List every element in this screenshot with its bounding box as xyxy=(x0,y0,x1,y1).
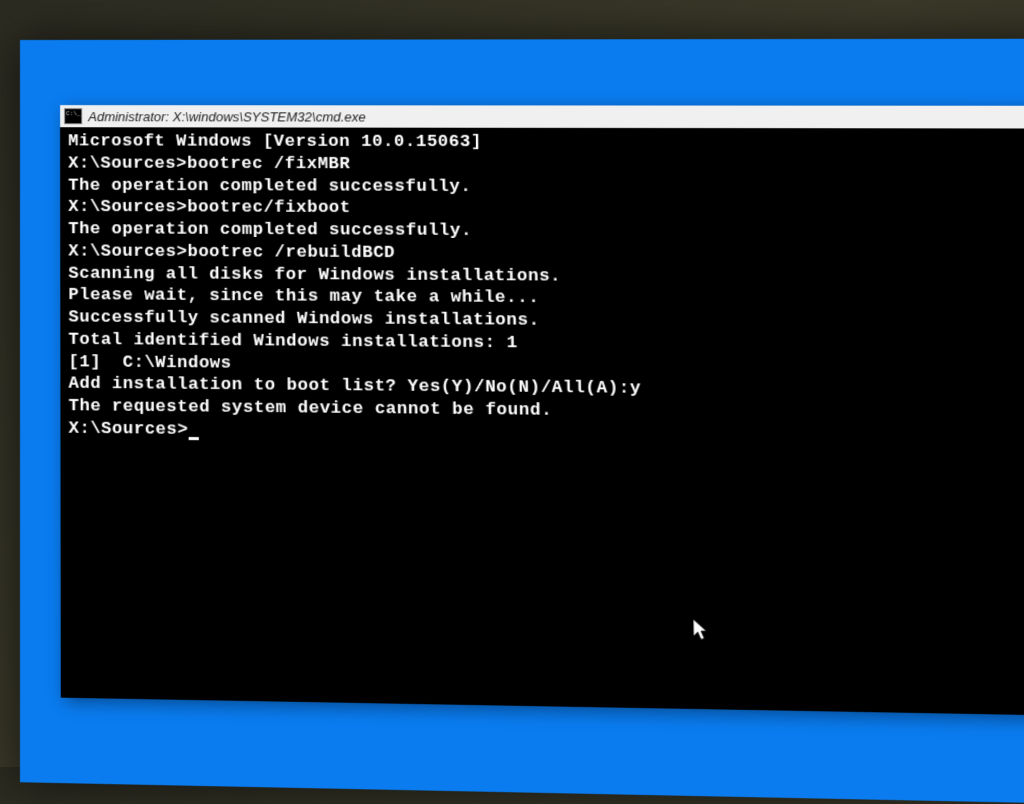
desktop-background: Administrator: X:\windows\SYSTEM32\cmd.e… xyxy=(20,39,1024,804)
window-titlebar[interactable]: Administrator: X:\windows\SYSTEM32\cmd.e… xyxy=(60,105,1024,128)
cmd-window: Administrator: X:\windows\SYSTEM32\cmd.e… xyxy=(60,105,1024,715)
cmd-icon xyxy=(64,108,82,124)
terminal-line: The operation completed successfully. xyxy=(68,175,1024,200)
window-title: Administrator: X:\windows\SYSTEM32\cmd.e… xyxy=(88,109,366,124)
terminal-line: X:\Sources>bootrec /fixMBR xyxy=(68,153,1024,178)
terminal-prompt: X:\Sources> xyxy=(69,419,189,440)
terminal-cursor xyxy=(188,436,198,439)
terminal-output[interactable]: Microsoft Windows [Version 10.0.15063]X:… xyxy=(60,127,1024,478)
terminal-line: Microsoft Windows [Version 10.0.15063] xyxy=(68,131,1024,155)
